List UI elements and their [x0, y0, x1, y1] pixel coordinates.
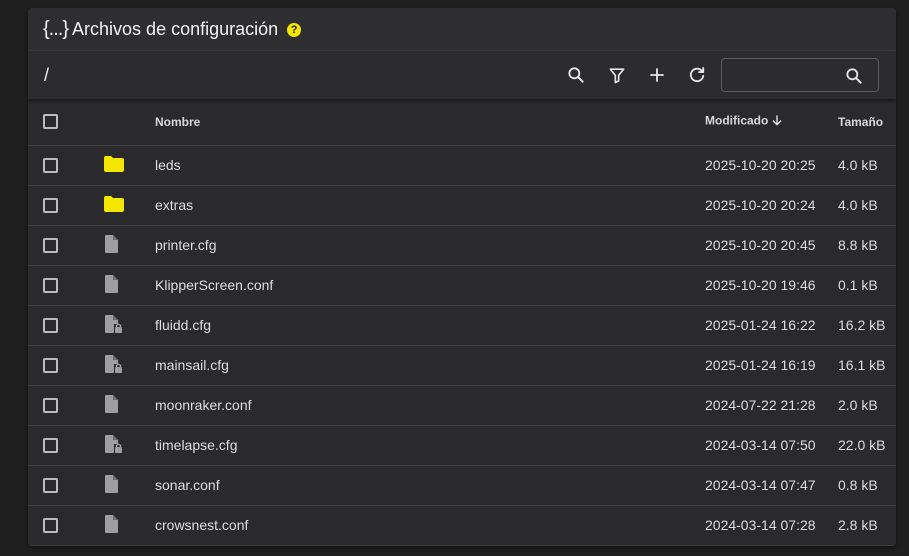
file-icon: [103, 274, 121, 297]
table-row[interactable]: moonraker.conf 2024-07-22 21:28 2.0 kB: [28, 385, 896, 425]
table-header-row: Nombre Modificado Tamaño: [28, 99, 896, 146]
file-name: extras: [155, 197, 194, 213]
table-row[interactable]: printer.cfg 2025-10-20 20:45 8.8 kB: [28, 225, 896, 265]
file-size: 4.0 kB: [838, 197, 878, 213]
row-checkbox[interactable]: [43, 238, 58, 254]
file-modified: 2024-03-14 07:47: [705, 477, 816, 493]
file-toolbar: /: [28, 51, 896, 99]
search-icon: [568, 67, 584, 83]
file-name: moonraker.conf: [155, 397, 252, 413]
file-name: timelapse.cfg: [155, 437, 238, 453]
search-button[interactable]: [564, 63, 588, 87]
table-row[interactable]: extras 2025-10-20 20:24 4.0 kB: [28, 185, 896, 225]
help-circle-icon[interactable]: ?: [287, 23, 302, 37]
file-icon: [103, 394, 121, 417]
file-size: 22.0 kB: [838, 437, 886, 453]
file-name: sonar.conf: [155, 477, 220, 493]
row-checkbox[interactable]: [43, 198, 58, 214]
refresh-icon: [689, 67, 705, 83]
file-size: 2.0 kB: [838, 397, 878, 413]
search-icon: [844, 66, 864, 91]
refresh-button[interactable]: [685, 63, 709, 87]
row-checkbox[interactable]: [43, 158, 58, 174]
file-name: KlipperScreen.conf: [155, 277, 274, 293]
arrow-down-icon: [770, 113, 784, 130]
filter-icon: [609, 68, 625, 84]
row-checkbox[interactable]: [43, 398, 58, 414]
filter-button[interactable]: [605, 63, 629, 87]
file-size: 4.0 kB: [838, 157, 878, 173]
search-field[interactable]: [721, 58, 879, 92]
header-size[interactable]: Tamaño: [838, 99, 896, 146]
row-checkbox[interactable]: [43, 278, 58, 294]
file-modified: 2025-01-24 16:22: [705, 317, 816, 333]
panel-title: Archivos de configuración: [72, 18, 279, 39]
row-checkbox[interactable]: [43, 478, 58, 494]
folder-icon: [103, 155, 125, 176]
config-files-panel: {...} Archivos de configuración ? / Nomb…: [28, 8, 896, 546]
file-modified: 2024-07-22 21:28: [705, 397, 816, 413]
file-name: crowsnest.conf: [155, 517, 249, 533]
file-size: 2.8 kB: [838, 517, 878, 533]
file-size: 0.8 kB: [838, 477, 878, 493]
file-size: 0.1 kB: [838, 277, 878, 293]
file-lock-icon: [103, 434, 123, 457]
add-button[interactable]: [645, 63, 669, 87]
current-path: /: [44, 64, 50, 85]
file-modified: 2025-01-24 16:19: [705, 357, 816, 373]
file-icon: [103, 514, 121, 537]
file-size: 16.1 kB: [838, 357, 886, 373]
file-modified: 2024-03-14 07:50: [705, 437, 816, 453]
code-braces-icon: {...}: [43, 17, 69, 40]
row-checkbox[interactable]: [43, 438, 58, 454]
table-row[interactable]: KlipperScreen.conf 2025-10-20 19:46 0.1 …: [28, 265, 896, 305]
table-row[interactable]: crowsnest.conf 2024-03-14 07:28 2.8 kB: [28, 505, 896, 545]
row-checkbox[interactable]: [43, 318, 58, 334]
file-lock-icon: [103, 354, 123, 377]
select-all-cell: [28, 99, 103, 146]
file-size: 8.8 kB: [838, 237, 878, 253]
row-checkbox[interactable]: [43, 358, 58, 374]
row-checkbox[interactable]: [43, 518, 58, 534]
file-modified: 2025-10-20 20:25: [705, 157, 816, 173]
file-name: mainsail.cfg: [155, 357, 229, 373]
file-name: printer.cfg: [155, 237, 217, 253]
file-icon: [103, 234, 121, 257]
file-name: fluidd.cfg: [155, 317, 212, 333]
file-icon: [103, 474, 121, 497]
file-modified: 2025-10-20 20:24: [705, 197, 816, 213]
header-name[interactable]: Nombre: [155, 99, 705, 146]
file-size: 16.2 kB: [838, 317, 886, 333]
file-name: leds: [155, 157, 181, 173]
file-lock-icon: [103, 314, 123, 337]
file-modified: 2024-03-14 07:28: [705, 517, 816, 533]
file-modified: 2025-10-20 20:45: [705, 237, 816, 253]
header-modified[interactable]: Modificado: [705, 99, 838, 146]
table-row[interactable]: mainsail.cfg 2025-01-24 16:19 16.1 kB: [28, 345, 896, 385]
plus-icon: [650, 68, 664, 82]
search-input[interactable]: [730, 65, 844, 87]
folder-icon: [103, 195, 125, 216]
select-all-checkbox[interactable]: [43, 114, 58, 130]
table-row[interactable]: timelapse.cfg 2024-03-14 07:50 22.0 kB: [28, 425, 896, 465]
table-row[interactable]: sonar.conf 2024-03-14 07:47 0.8 kB: [28, 465, 896, 505]
panel-header: {...} Archivos de configuración ?: [28, 8, 896, 51]
file-modified: 2025-10-20 19:46: [705, 277, 816, 293]
table-row[interactable]: leds 2025-10-20 20:25 4.0 kB: [28, 145, 896, 185]
table-row[interactable]: fluidd.cfg 2025-01-24 16:22 16.2 kB: [28, 305, 896, 345]
files-table: Nombre Modificado Tamaño leds 2025-10-20…: [28, 99, 896, 546]
